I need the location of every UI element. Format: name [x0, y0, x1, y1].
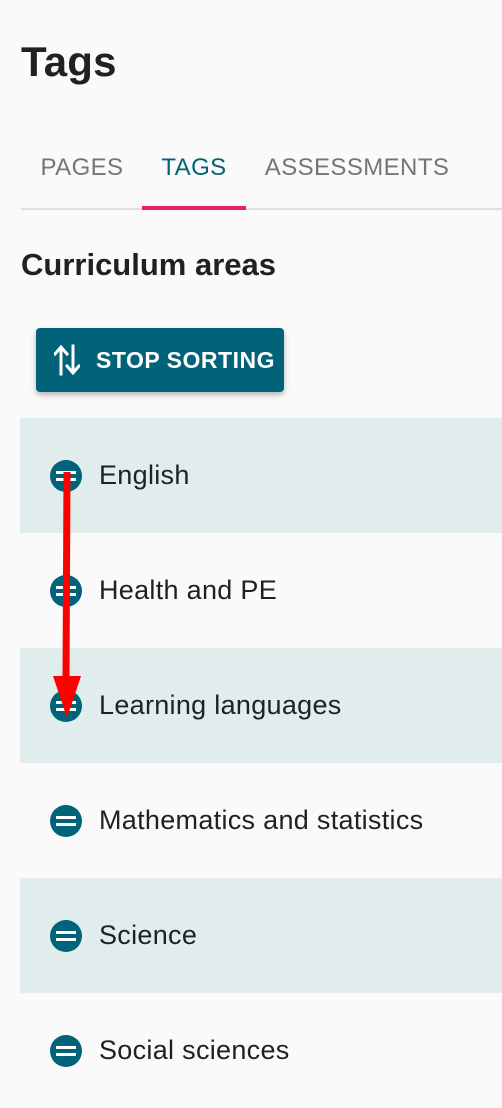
tag-item-learning-languages[interactable]: Learning languages	[20, 648, 502, 763]
drag-handle-icon[interactable]	[49, 459, 83, 493]
tab-assessments[interactable]: ASSESSMENTS	[265, 128, 449, 208]
stop-sorting-button[interactable]: STOP SORTING	[36, 328, 284, 392]
sort-arrows-icon	[54, 343, 80, 377]
tag-label: Health and PE	[99, 575, 278, 605]
tab-tags[interactable]: TAGS	[142, 128, 246, 210]
tag-item-english[interactable]: English	[20, 418, 502, 533]
tag-label: Science	[99, 920, 198, 950]
page-title: Tags	[21, 38, 117, 85]
drag-handle-icon[interactable]	[49, 574, 83, 608]
tag-item-social-sciences[interactable]: Social sciences	[20, 993, 502, 1108]
tag-item-science[interactable]: Science	[20, 878, 502, 993]
tag-label: Mathematics and statistics	[99, 805, 424, 835]
section-title: Curriculum areas	[21, 247, 276, 282]
drag-handle-icon[interactable]	[49, 804, 83, 838]
drag-handle-icon[interactable]	[49, 689, 83, 723]
drag-handle-icon[interactable]	[49, 1034, 83, 1068]
tag-item-health-and-pe[interactable]: Health and PE	[20, 533, 502, 648]
stop-sorting-label: STOP SORTING	[96, 346, 275, 373]
tab-pages[interactable]: PAGES	[41, 128, 124, 208]
tab-bar: PAGES TAGS ASSESSMENTS	[21, 128, 502, 210]
tag-item-mathematics-and-statistics[interactable]: Mathematics and statistics	[20, 763, 502, 878]
tag-list: English Health and PE Learning languages…	[20, 418, 502, 1108]
drag-handle-icon[interactable]	[49, 919, 83, 953]
tag-label: Social sciences	[99, 1035, 290, 1065]
tag-label: English	[99, 460, 190, 490]
tag-label: Learning languages	[99, 690, 342, 720]
